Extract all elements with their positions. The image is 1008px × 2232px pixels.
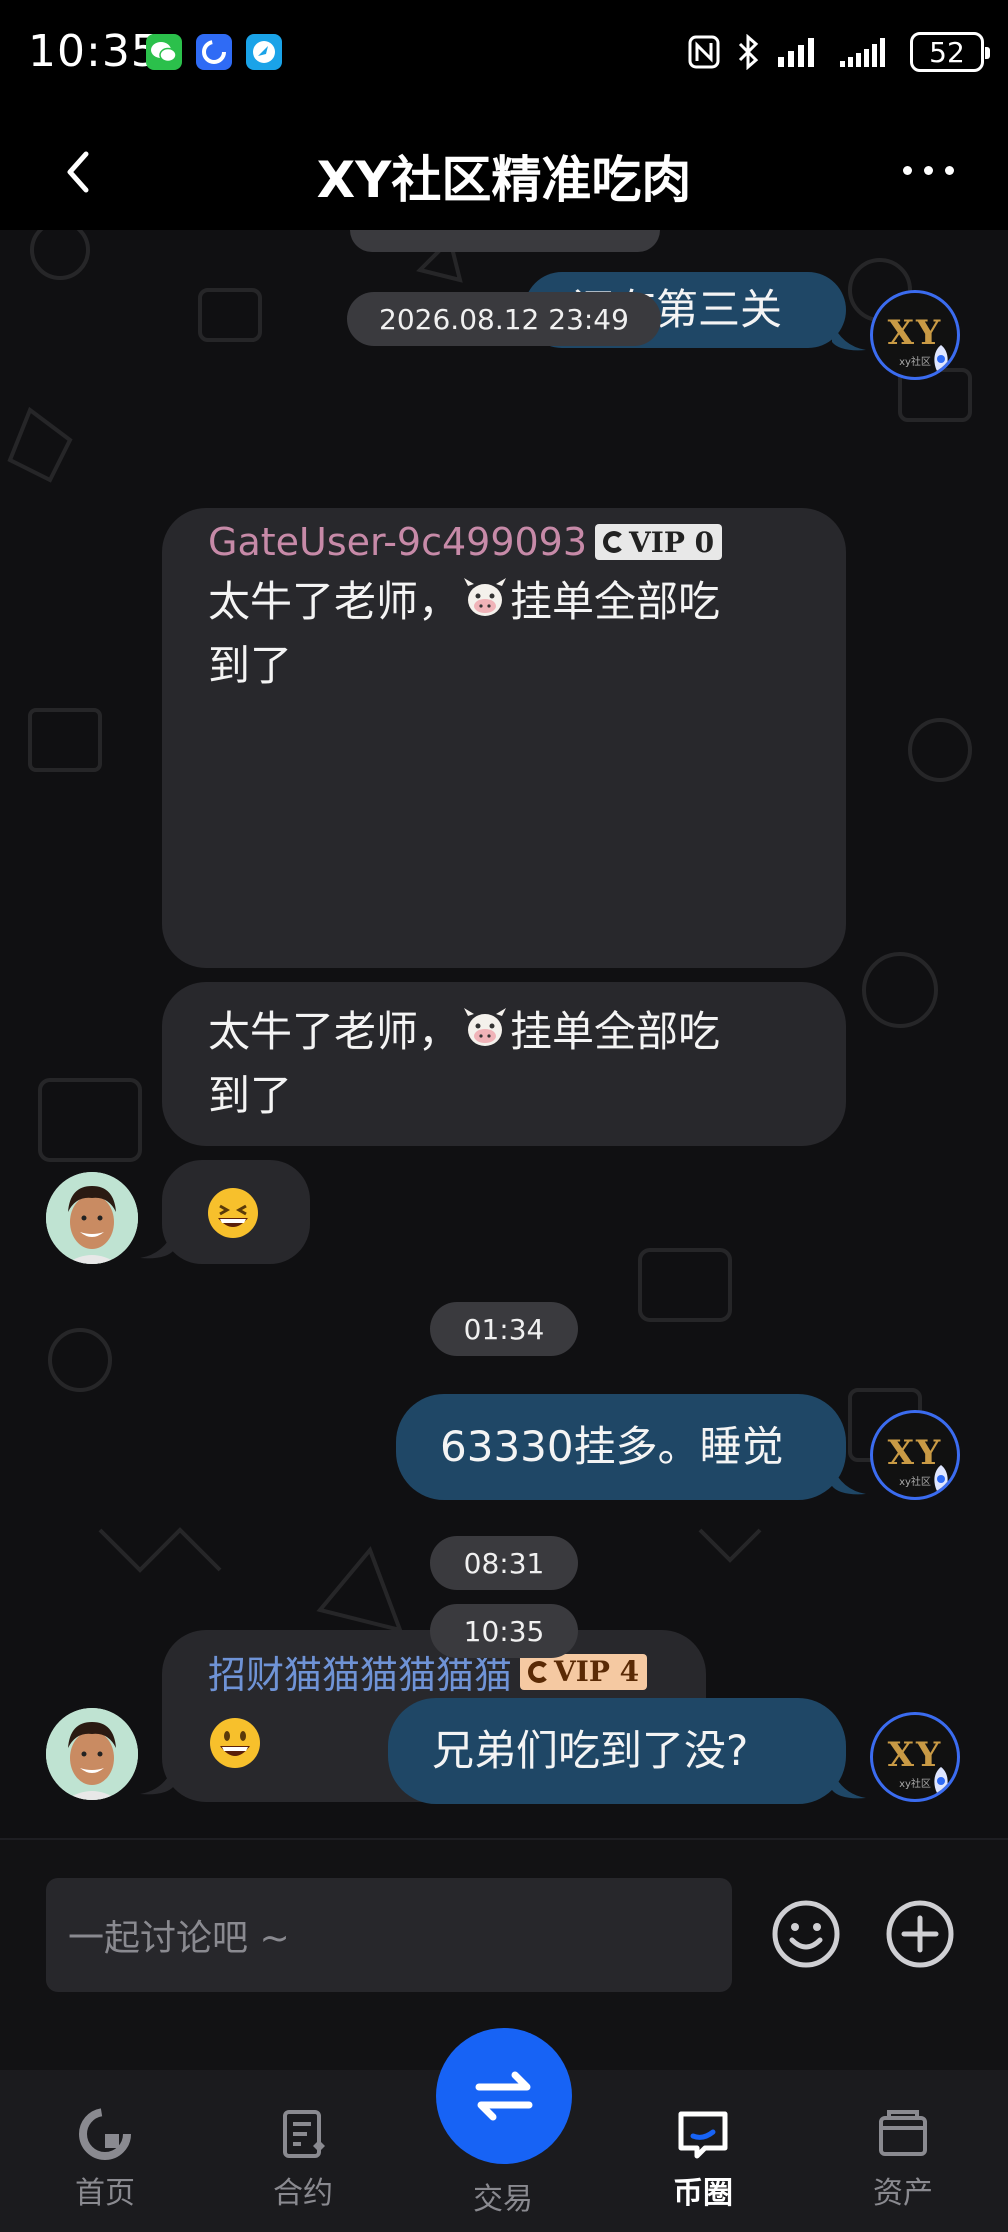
message-bubble-outgoing[interactable]: 63330挂多。睡觉: [396, 1394, 846, 1500]
chat-header: XY社区精准吃肉: [0, 110, 1008, 230]
nav-label: 合约: [273, 2176, 333, 2211]
bubble-tail: [140, 1230, 174, 1259]
message-bubble-incoming[interactable]: 太牛了老师， 挂单全部吃 到了: [162, 982, 846, 1146]
avatar-user[interactable]: [46, 1172, 138, 1264]
avatar-user[interactable]: [46, 1708, 138, 1800]
timestamp-pill: 01:34: [430, 1302, 578, 1356]
message-bubble-outgoing[interactable]: 兄弟们吃到了没?: [388, 1698, 846, 1804]
nav-contract[interactable]: 合约: [228, 2070, 378, 2232]
gate-app-icon: [196, 34, 232, 70]
bubble-tail: [832, 1466, 866, 1495]
timestamp-pill-partial: [350, 230, 660, 252]
message-text: 63330挂多。睡觉: [440, 1422, 784, 1471]
status-time: 10:35: [28, 26, 160, 77]
swap-arrows-icon: [475, 2071, 533, 2121]
cow-face-emoji-icon: [460, 572, 510, 637]
nav-label: 币圈: [673, 2176, 733, 2211]
timestamp-pill: 08:31: [430, 1536, 578, 1590]
chat-area[interactable]: 还有第三关 XY xy社区 2026.08.12 23:49 GateUser-…: [0, 230, 1008, 1838]
message-bubble-incoming[interactable]: [162, 1160, 310, 1264]
vip-badge: VIP 0: [595, 524, 723, 560]
nav-label: 交易: [473, 2182, 533, 2217]
signal-icon: [840, 38, 885, 67]
battery-indicator: 52: [910, 32, 990, 72]
message-input[interactable]: 一起讨论吧 ~: [46, 1878, 732, 1992]
community-icon: [678, 2111, 728, 2159]
bubble-tail: [832, 322, 866, 351]
sender-name[interactable]: GateUser-9c499093: [208, 520, 587, 564]
status-bar: 10:35 52: [0, 0, 1008, 110]
nav-label: 资产: [873, 2176, 933, 2211]
vip-badge: VIP 4: [520, 1653, 648, 1690]
message-text: 太牛了老师， 挂单全部吃 到了: [208, 572, 808, 695]
browser-icon: [246, 34, 282, 70]
bubble-tail: [832, 1770, 866, 1799]
more-options-button[interactable]: [888, 140, 968, 200]
page-title: XY社区精准吃肉: [316, 151, 692, 209]
bubble-tail: [140, 1766, 174, 1795]
grinning-squinting-face-icon: [206, 1186, 260, 1244]
signal-icon: [778, 38, 814, 67]
message-text: 太牛了老师， 挂单全部吃 到了: [208, 1002, 808, 1125]
trade-button[interactable]: [436, 2028, 572, 2164]
sender-name-row: 招财猫猫猫猫猫猫 VIP 4: [208, 1644, 648, 1699]
avatar-self[interactable]: XY xy社区: [870, 1712, 960, 1802]
gate-logo-icon: [603, 531, 626, 553]
rocket-badge-icon: [934, 1465, 948, 1491]
message-bubble-incoming[interactable]: GateUser-9c499093 VIP 0 太牛了老师， 挂单全部吃 到了: [162, 508, 846, 968]
rocket-badge-icon: [934, 1767, 948, 1793]
sender-name-row: GateUser-9c499093 VIP 0: [208, 520, 723, 564]
avatar-self[interactable]: XY xy社区: [870, 290, 960, 380]
bluetooth-icon: [738, 34, 759, 70]
wechat-icon: [146, 34, 182, 70]
grinning-face-icon: [208, 1716, 262, 1774]
nav-label: 首页: [75, 2176, 135, 2211]
nav-assets[interactable]: 资产: [828, 2070, 978, 2232]
rocket-badge-icon: [934, 345, 948, 371]
avatar-self[interactable]: XY xy社区: [870, 1410, 960, 1500]
status-right: 52: [688, 30, 990, 74]
nav-community[interactable]: 币圈: [628, 2070, 778, 2232]
timestamp-pill: 10:35: [430, 1604, 578, 1658]
home-icon: [79, 2108, 131, 2160]
cow-face-emoji-icon: [460, 1002, 510, 1067]
nfc-icon: [688, 35, 720, 69]
emoji-button-icon[interactable]: [770, 1898, 842, 1970]
message-text: 兄弟们吃到了没?: [432, 1726, 749, 1775]
add-attachment-icon[interactable]: [884, 1898, 956, 1970]
timestamp-pill: 2026.08.12 23:49: [347, 292, 661, 346]
nav-home[interactable]: 首页: [30, 2070, 180, 2232]
contract-icon: [283, 2110, 325, 2158]
assets-icon: [879, 2110, 927, 2156]
gate-logo-icon: [528, 1660, 551, 1683]
